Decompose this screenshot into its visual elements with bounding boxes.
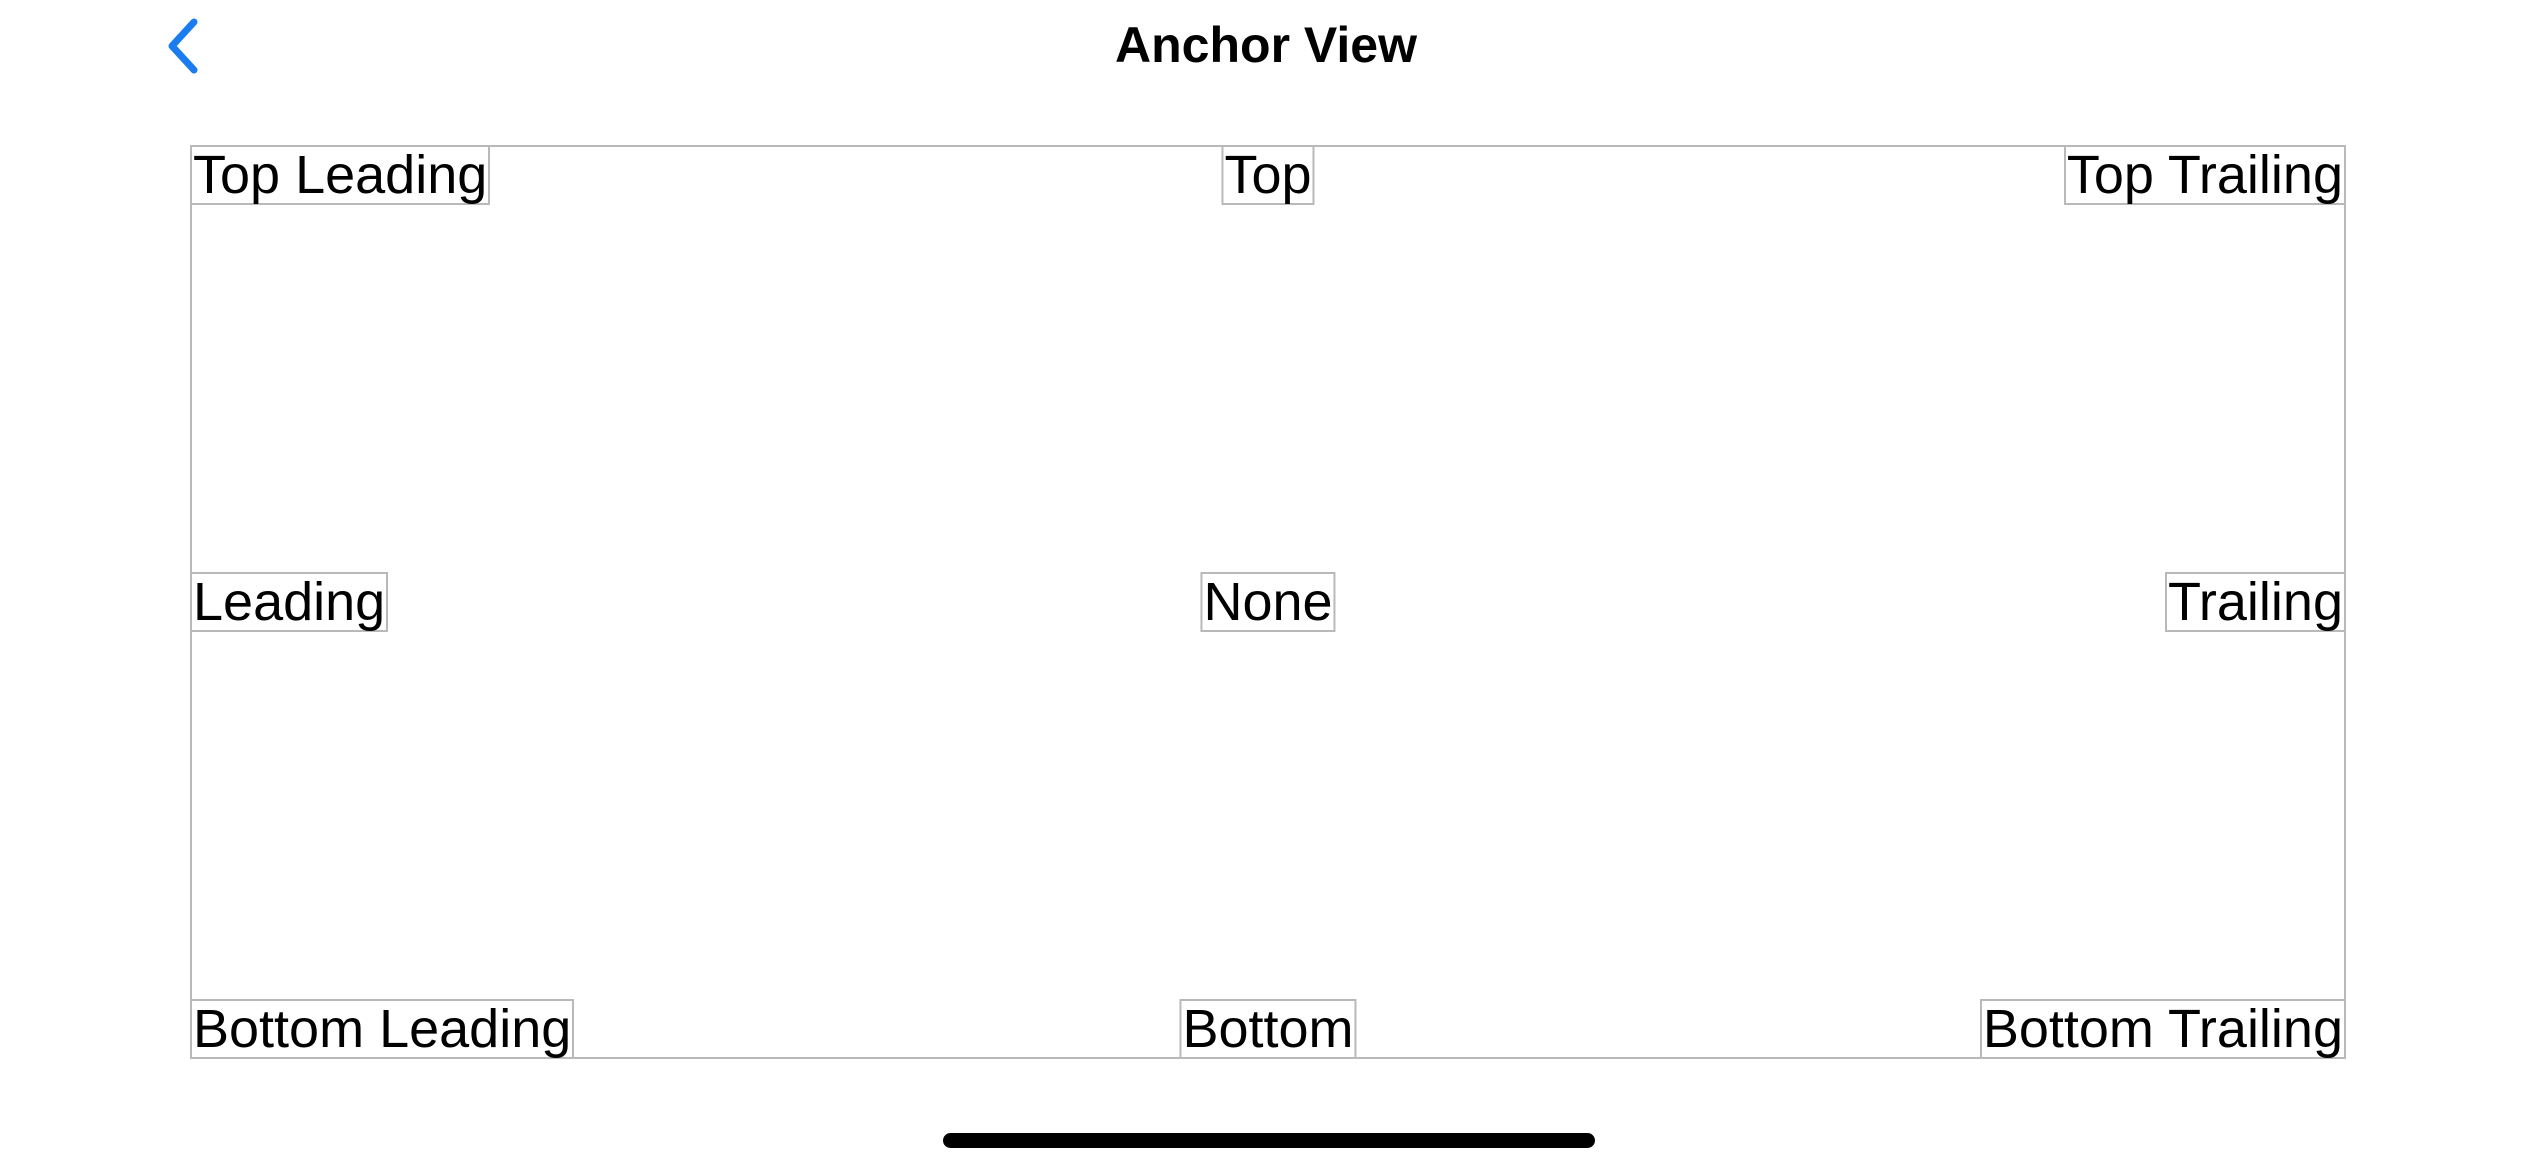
anchor-label-top-leading: Top Leading	[190, 145, 491, 205]
anchor-label-top-trailing: Top Trailing	[2063, 145, 2346, 205]
anchor-label-bottom-trailing: Bottom Trailing	[1979, 999, 2346, 1059]
page-title: Anchor View	[1115, 17, 1417, 73]
anchor-label-none: None	[1200, 572, 1336, 632]
anchor-label-leading: Leading	[190, 572, 389, 632]
anchor-label-bottom-leading: Bottom Leading	[190, 999, 575, 1059]
anchor-label-trailing: Trailing	[2164, 572, 2346, 632]
anchor-label-top: Top	[1221, 145, 1315, 205]
anchor-container: Top Leading Top Top Trailing Leading Non…	[190, 145, 2346, 1059]
anchor-view-screen: Anchor View Top Leading Top Top Trailing…	[0, 0, 2532, 1170]
home-indicator[interactable]	[943, 1133, 1595, 1148]
navigation-bar: Anchor View	[0, 0, 2532, 100]
anchor-label-bottom: Bottom	[1179, 999, 1357, 1059]
